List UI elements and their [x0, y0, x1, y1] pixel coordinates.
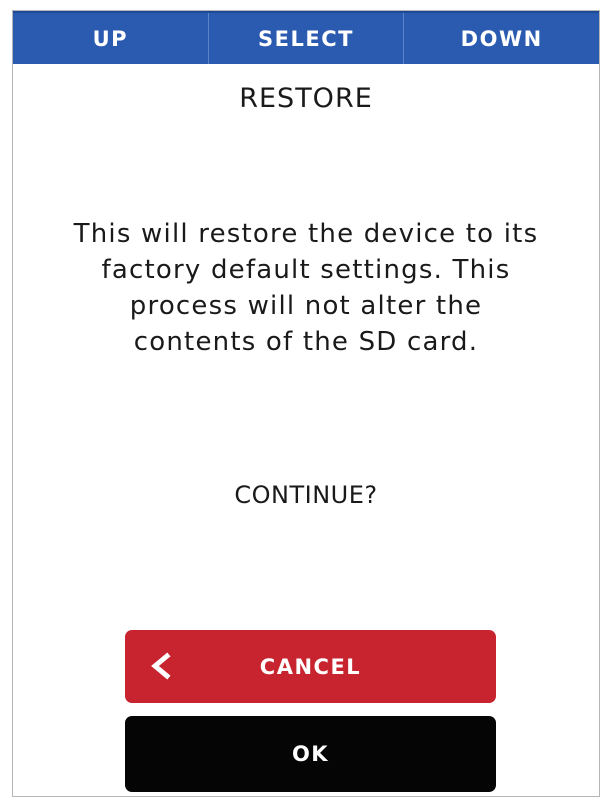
cancel-button-label: CANCEL — [259, 654, 362, 679]
page-title: RESTORE — [239, 83, 373, 114]
select-button[interactable]: SELECT — [209, 13, 405, 64]
ok-button-label: OK — [291, 742, 330, 766]
restore-screen: UP SELECT DOWN RESTORE This will restore… — [12, 10, 600, 797]
restore-message: This will restore the device to its fact… — [73, 219, 539, 357]
chevron-left-icon — [151, 652, 171, 680]
navigation-bar: UP SELECT DOWN — [13, 11, 599, 64]
continue-prompt: CONTINUE? — [234, 481, 378, 509]
ok-button[interactable]: OK — [125, 716, 496, 792]
up-button[interactable]: UP — [13, 13, 209, 64]
down-button[interactable]: DOWN — [404, 13, 599, 64]
cancel-button[interactable]: CANCEL — [125, 630, 496, 703]
